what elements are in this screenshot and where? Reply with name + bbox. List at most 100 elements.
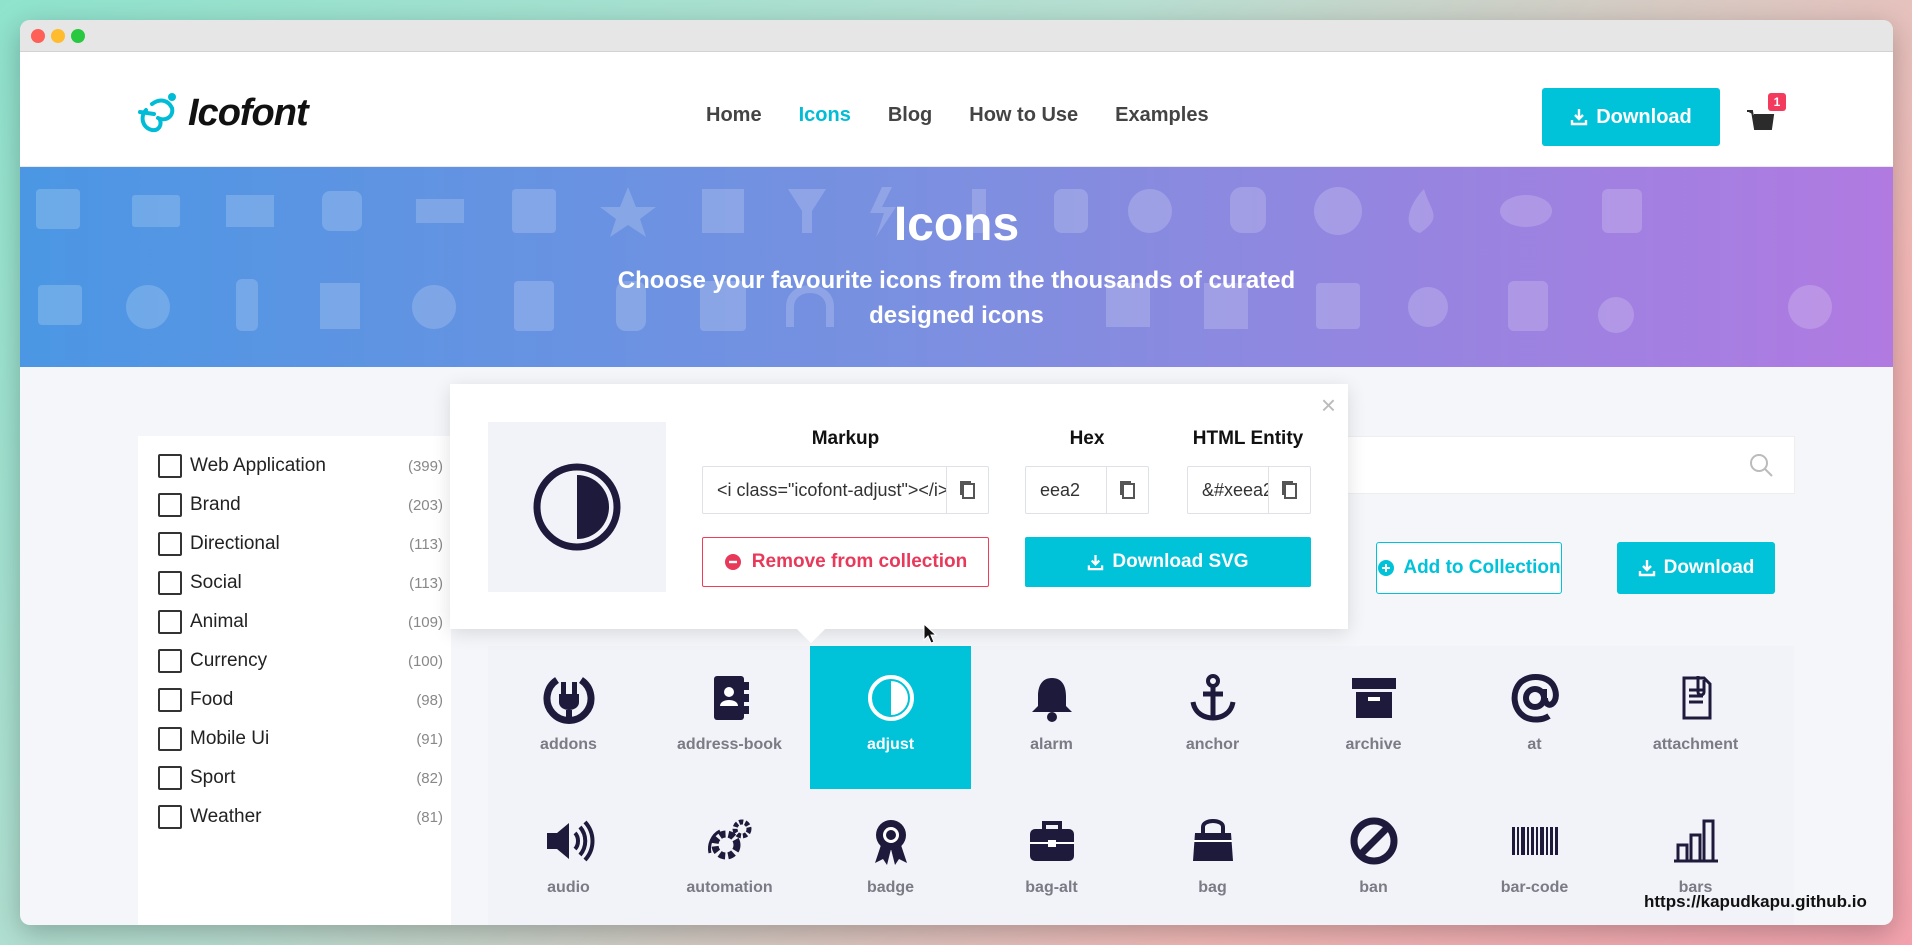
hex-value[interactable]: eea2 [1026, 480, 1106, 501]
icon-tile-badge[interactable]: badge [810, 789, 971, 925]
download-svg-button[interactable]: Download SVG [1025, 537, 1311, 587]
alarm-icon [1031, 678, 1072, 722]
nav-examples[interactable]: Examples [1115, 104, 1208, 127]
category-checkbox[interactable] [158, 571, 182, 595]
icon-tile-anchor[interactable]: anchor [1132, 646, 1293, 789]
search-input[interactable] [1345, 436, 1795, 494]
category-item-directional[interactable]: Directional (113) [158, 527, 443, 561]
category-item-currency[interactable]: Currency (100) [158, 644, 443, 678]
category-item-social[interactable]: Social (113) [158, 566, 443, 600]
category-item-mobile-ui[interactable]: Mobile Ui (91) [158, 722, 443, 756]
automation-icon [707, 819, 751, 860]
category-count: (109) [407, 613, 443, 631]
icon-tile-bar-code[interactable]: bar-code [1454, 789, 1615, 925]
top-navbar: Icofont Home Icons Blog How to Use Examp… [20, 52, 1893, 167]
icon-tile-bag[interactable]: bag [1132, 789, 1293, 925]
category-checkbox[interactable] [158, 805, 182, 829]
download-button[interactable]: Download [1542, 88, 1720, 146]
category-item-weather[interactable]: Weather (81) [158, 800, 443, 834]
icon-tile-adjust[interactable]: adjust [810, 646, 971, 789]
copy-html-entity-button[interactable] [1268, 467, 1310, 513]
title-bar [20, 20, 1893, 52]
icon-label: badge [866, 879, 915, 896]
logo[interactable]: Icofont [138, 90, 309, 136]
close-icon[interactable]: × [1321, 390, 1336, 421]
category-label: Mobile Ui [190, 728, 270, 749]
category-filter-sidebar: Web Application (399) Brand (203) Directio… [138, 436, 451, 925]
icon-tile-audio[interactable]: audio [488, 789, 649, 925]
icon-tile-automation[interactable]: automation [649, 789, 810, 925]
icon-tile-addons[interactable]: addons [488, 646, 649, 789]
html-entity-field[interactable]: &#xeea2; [1187, 466, 1311, 514]
html-entity-value[interactable]: &#xeea2; [1188, 480, 1268, 501]
mouse-cursor-icon [923, 623, 937, 644]
category-label: Currency [190, 650, 268, 671]
category-item-animal[interactable]: Animal (109) [158, 605, 443, 639]
category-label: Weather [190, 806, 262, 827]
remove-from-collection-button[interactable]: Remove from collection [702, 537, 989, 587]
category-checkbox[interactable] [158, 532, 182, 556]
category-checkbox[interactable] [158, 649, 182, 673]
icon-tile-ban[interactable]: ban [1293, 789, 1454, 925]
category-label: Sport [190, 767, 236, 788]
hex-field[interactable]: eea2 [1025, 466, 1149, 514]
html-entity-title: HTML Entity [1192, 428, 1304, 449]
icon-tile-bag-alt[interactable]: bag-alt [971, 789, 1132, 925]
markup-field[interactable]: <i class="icofont-adjust"></i> [702, 466, 989, 514]
icon-label: archive [1345, 736, 1402, 753]
search-icon[interactable] [1748, 452, 1774, 478]
minimize-window-button[interactable] [51, 29, 65, 43]
copy-markup-button[interactable] [946, 467, 988, 513]
category-count: (100) [407, 652, 443, 670]
category-item-food[interactable]: Food (98) [158, 683, 443, 717]
category-item-web-application[interactable]: Web Application (399) [158, 449, 443, 483]
add-to-collection-button[interactable]: Add to Collection [1376, 542, 1562, 594]
category-count: (81) [416, 808, 443, 826]
download-svg-label: Download SVG [1112, 551, 1249, 572]
nav-home[interactable]: Home [706, 104, 762, 127]
download-icon [1638, 560, 1655, 577]
close-window-button[interactable] [31, 29, 45, 43]
markup-value[interactable]: <i class="icofont-adjust"></i> [703, 480, 946, 501]
icon-tile-address-book[interactable]: address-book [649, 646, 810, 789]
copy-hex-button[interactable] [1106, 467, 1148, 513]
category-label: Food [190, 689, 234, 710]
category-checkbox[interactable] [158, 727, 182, 751]
bag-icon [1192, 819, 1233, 861]
category-item-sport[interactable]: Sport (82) [158, 761, 443, 795]
maximize-window-button[interactable] [71, 29, 85, 43]
category-checkbox[interactable] [158, 454, 182, 478]
category-count: (113) [409, 574, 443, 592]
icon-label: attachment [1652, 736, 1739, 753]
category-checkbox[interactable] [158, 493, 182, 517]
adjust-icon [867, 675, 914, 721]
icon-label: audio [547, 879, 590, 896]
category-count: (203) [407, 496, 443, 514]
download-collection-button[interactable]: Download [1617, 542, 1775, 594]
icon-tile-attachment[interactable]: attachment [1615, 646, 1776, 789]
nav-how-to-use[interactable]: How to Use [969, 104, 1078, 127]
icon-tile-archive[interactable]: archive [1293, 646, 1454, 789]
category-item-brand[interactable]: Brand (203) [158, 488, 443, 522]
popup-pointer [796, 614, 826, 644]
addons-icon [543, 677, 594, 724]
icon-preview [488, 422, 666, 592]
category-checkbox[interactable] [158, 610, 182, 634]
cart-count-badge: 1 [1768, 93, 1786, 111]
icon-tile-alarm[interactable]: alarm [971, 646, 1132, 789]
cart-button[interactable]: 1 [1746, 93, 1794, 137]
category-label: Directional [190, 533, 280, 554]
category-checkbox[interactable] [158, 766, 182, 790]
nav-icons[interactable]: Icons [799, 104, 851, 127]
icon-tile-at[interactable]: at [1454, 646, 1615, 789]
icon-label: ban [1359, 879, 1388, 896]
adjust-icon [533, 463, 621, 551]
category-checkbox[interactable] [158, 688, 182, 712]
icon-label: addons [540, 736, 597, 753]
nav-blog[interactable]: Blog [888, 104, 932, 127]
icon-label: bag-alt [1025, 879, 1078, 896]
markup-title: Markup [811, 428, 880, 449]
watermark-url: https://kapudkapu.github.io [1644, 892, 1867, 911]
category-label: Animal [190, 611, 249, 632]
bag-alt-icon [1029, 821, 1074, 861]
